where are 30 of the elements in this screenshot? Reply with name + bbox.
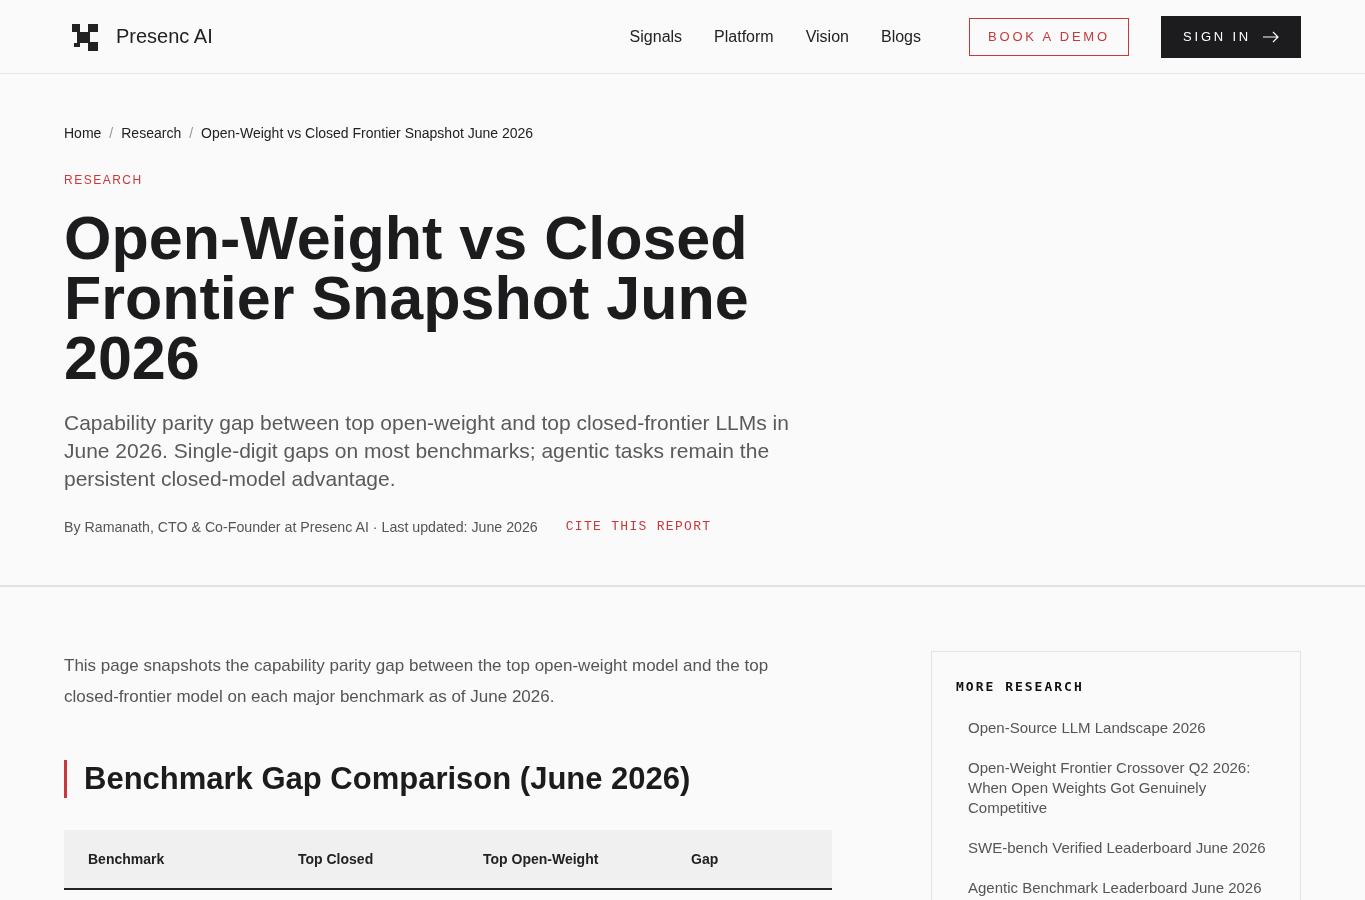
sign-in-button[interactable]: SIGN IN: [1161, 15, 1301, 58]
section-heading: Benchmark Gap Comparison (June 2026): [64, 760, 832, 798]
column-header: Top Open-Weight: [483, 851, 600, 867]
category-label: RESEARCH: [64, 172, 143, 188]
nav-link[interactable]: Blogs: [880, 27, 921, 46]
sidebar-title: MORE RESEARCH: [956, 678, 1084, 696]
book-demo-button[interactable]: BOOK A DEMO: [969, 17, 1129, 56]
breadcrumb-current: Open-Weight vs Closed Frontier Snapshot June 2026: [201, 124, 534, 143]
sidebar-link[interactable]: SWE-bench Verified Leaderboard June 2026: [968, 838, 1266, 858]
logo-icon[interactable]: [72, 22, 98, 51]
column-header: Gap: [691, 851, 720, 867]
column-header: Benchmark: [88, 851, 166, 867]
page-title: Open-Weight vs Closed Frontier Snapshot June 2026: [64, 208, 750, 388]
nav-link[interactable]: Vision: [805, 27, 849, 46]
breadcrumb-link[interactable]: Research: [121, 123, 182, 143]
column-header: Top Closed: [298, 851, 375, 867]
sidebar-link[interactable]: Agentic Benchmark Leaderboard June 2026: [968, 878, 1262, 898]
nav-link[interactable]: Signals: [629, 27, 683, 46]
nav-link[interactable]: Platform: [714, 27, 774, 46]
arrow-right-icon: [1263, 30, 1279, 43]
byline-text: By Ramanath, CTO & Co-Founder at Presenc AI · Last updated: June 2026: [64, 518, 538, 537]
brand-name[interactable]: Presenc AI: [116, 25, 213, 48]
page-subtitle: Capability parity gap between top open-weight and top closed-frontier LLMs in June 2026. Single-digit gaps on most benchmarks; agentic tasks remain the persistent closed-model advantage.: [64, 410, 790, 492]
cite-link[interactable]: CITE THIS REPORT: [565, 517, 712, 537]
breadcrumb-separator: /: [189, 124, 194, 143]
sidebar-link[interactable]: Open-Source LLM Landscape 2026: [968, 718, 1206, 738]
breadcrumb-link[interactable]: Home: [64, 123, 102, 143]
sidebar-link[interactable]: Open-Weight Frontier Crossover Q2 2026: When Open Weights Got Genuinely Competitive: [968, 758, 1276, 818]
intro-paragraph: This page snapshots the capability parity gap between the top open-weight model and the top closed-frontier model on each major benchmark as of June 2026.: [64, 655, 770, 708]
breadcrumb-separator: /: [109, 124, 114, 143]
